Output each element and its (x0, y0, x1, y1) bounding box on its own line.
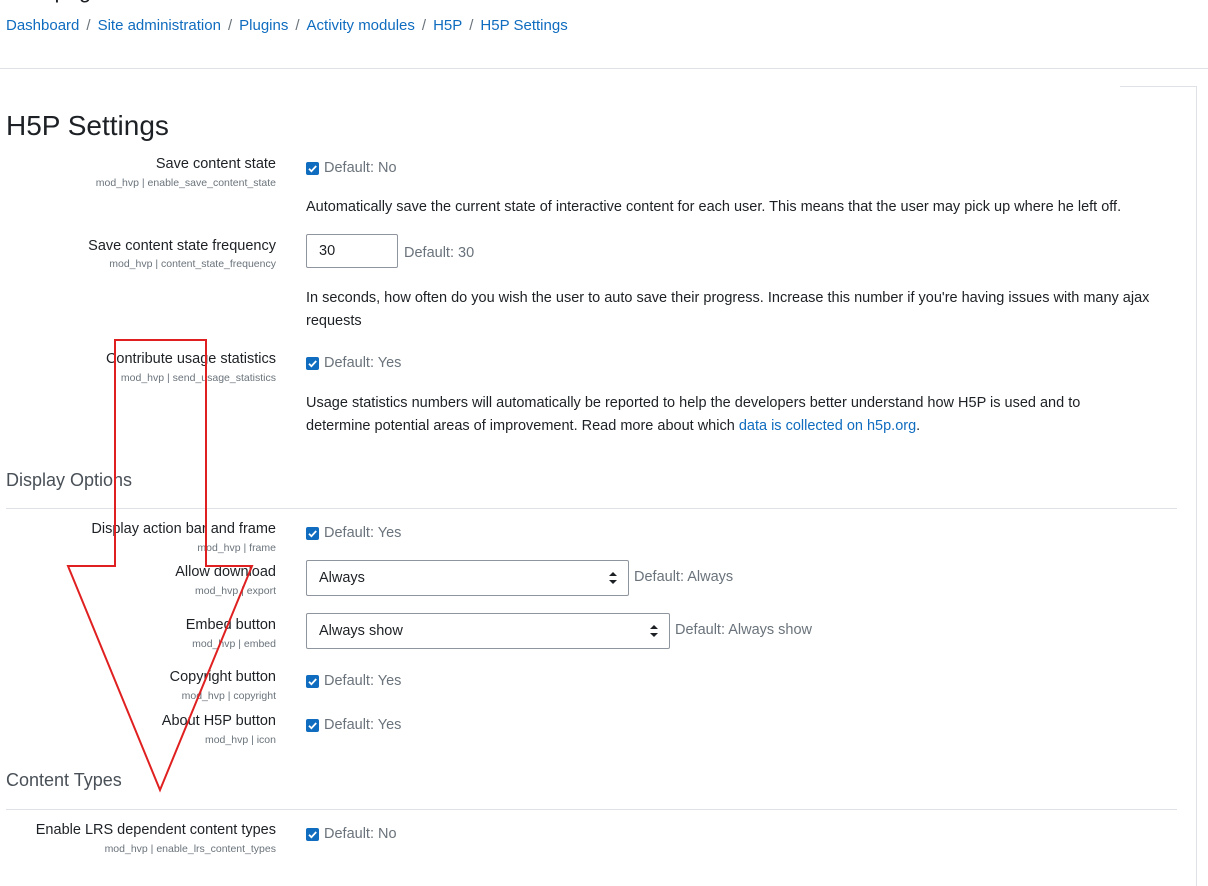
embed-button-selected: Always show (319, 623, 403, 639)
usage-statistics-checkbox[interactable] (306, 357, 319, 370)
breadcrumb: Dashboard / Site administration / Plugins / Ac… (6, 17, 568, 34)
breadcrumb-h5p[interactable]: H5P (433, 17, 462, 34)
breadcrumb-site-administration[interactable]: Site administration (98, 17, 221, 34)
setting-label-embed-button: Embed button (185, 617, 276, 633)
card-border-right (1196, 86, 1197, 886)
setting-key-save-frequency: mod_hvp | content_state_frequency (109, 258, 276, 270)
card-border-top (1120, 86, 1197, 87)
breadcrumb-dashboard[interactable]: Dashboard (6, 17, 79, 34)
data-collected-link[interactable]: data is collected on h5p.org (739, 418, 916, 434)
setting-key-embed-button: mod_hvp | embed (192, 638, 276, 650)
setting-label-save-content-state: Save content state (155, 156, 276, 172)
check-icon (308, 165, 317, 173)
save-content-state-description: Automatically save the current state of … (306, 199, 1122, 215)
copyright-checkbox[interactable] (306, 675, 319, 688)
lrs-content-types-default: Default: No (324, 826, 397, 842)
section-divider (6, 508, 1177, 509)
setting-key-about-h5p: mod_hvp | icon (204, 734, 276, 746)
breadcrumb-separator: / (227, 17, 233, 34)
check-icon (308, 831, 317, 839)
check-icon (308, 678, 317, 686)
frame-checkbox[interactable] (306, 527, 319, 540)
about-h5p-default: Default: Yes (324, 717, 402, 733)
usage-statistics-description: Usage statistics numbers will automatica… (306, 392, 1146, 438)
select-arrows-icon (650, 625, 658, 637)
check-icon (308, 360, 317, 368)
setting-label-lrs-content-types: Enable LRS dependent content types (35, 822, 276, 838)
setting-key-save-content-state: mod_hvp | enable_save_content_state (95, 177, 276, 189)
section-heading-display-options: Display Options (6, 470, 133, 490)
section-heading-content-types: Content Types (6, 770, 122, 790)
save-content-state-checkbox[interactable] (306, 162, 319, 175)
allow-download-selected: Always (319, 570, 365, 586)
save-frequency-input[interactable]: 30 (306, 234, 398, 268)
page-heading-cut: H5P page (6, 0, 103, 4)
usage-statistics-description-text: Usage statistics numbers will automatica… (306, 395, 1081, 434)
allow-download-select[interactable]: Always (306, 560, 629, 596)
setting-label-about-h5p: About H5P button (161, 713, 276, 729)
setting-key-copyright-button: mod_hvp | copyright (181, 690, 276, 702)
embed-button-select[interactable]: Always show (306, 613, 670, 649)
breadcrumb-separator: / (86, 17, 91, 34)
setting-key-allow-download: mod_hvp | export (195, 585, 276, 597)
check-icon (308, 530, 317, 538)
lrs-content-types-checkbox[interactable] (306, 828, 319, 841)
usage-statistics-description-end: . (916, 418, 921, 434)
usage-statistics-default: Default: Yes (324, 355, 402, 371)
embed-button-default: Default: Always show (675, 622, 813, 638)
check-icon (308, 722, 317, 730)
breadcrumb-activity-modules[interactable]: Activity modules (307, 17, 415, 34)
header-divider (0, 68, 1208, 69)
breadcrumb-plugins[interactable]: Plugins (239, 17, 288, 34)
copyright-default: Default: Yes (324, 673, 402, 689)
save-frequency-default: Default: 30 (404, 245, 475, 261)
section-divider (6, 809, 1177, 810)
breadcrumb-separator: / (421, 17, 427, 34)
setting-label-usage-statistics: Contribute usage statistics (105, 351, 276, 367)
breadcrumb-separator: / (469, 17, 474, 34)
setting-label-frame: Display action bar and frame (91, 521, 276, 537)
setting-label-allow-download: Allow download (175, 564, 276, 580)
allow-download-default: Default: Always (634, 569, 734, 585)
breadcrumb-separator: / (295, 17, 300, 34)
breadcrumb-h5p-settings[interactable]: H5P Settings (480, 17, 567, 34)
save-frequency-description: In seconds, how often do you wish the us… (306, 290, 1150, 329)
setting-label-copyright-button: Copyright button (169, 669, 276, 685)
setting-key-lrs-content-types: mod_hvp | enable_lrs_content_types (104, 843, 276, 855)
frame-default: Default: Yes (324, 525, 402, 541)
setting-label-save-frequency: Save content state frequency (88, 238, 276, 254)
page-title: H5P Settings (6, 110, 169, 141)
setting-key-frame: mod_hvp | frame (197, 542, 276, 554)
save-content-state-default: Default: No (324, 160, 397, 176)
setting-key-usage-statistics: mod_hvp | send_usage_statistics (120, 372, 276, 384)
select-arrows-icon (609, 572, 617, 584)
about-h5p-checkbox[interactable] (306, 719, 319, 732)
